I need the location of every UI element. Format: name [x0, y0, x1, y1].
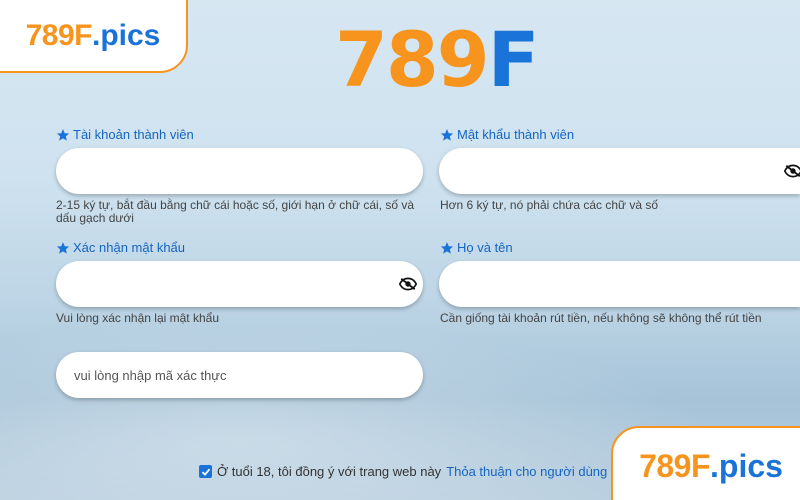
hide-password-eye-icon[interactable] — [784, 164, 800, 178]
watermark-digits: 789F — [25, 18, 93, 52]
watermark-ext: .pics — [710, 447, 783, 484]
watermark-digits: 789F — [639, 447, 710, 484]
required-star-icon — [56, 128, 70, 141]
username-label-text: Tài khoản thành viên — [73, 127, 194, 142]
required-star-icon — [440, 128, 454, 141]
full-name-label: Họ và tên — [440, 240, 513, 255]
main-logo: 789F — [335, 20, 540, 100]
password-label: Mật khẩu thành viên — [440, 127, 574, 142]
watermark-logo-top-left: 789F .pics — [0, 0, 188, 73]
password-input[interactable] — [439, 148, 800, 194]
password-label-text: Mật khẩu thành viên — [457, 127, 575, 142]
main-logo-digits: 789 — [335, 15, 490, 104]
full-name-input[interactable] — [439, 261, 800, 307]
confirm-password-input[interactable] — [56, 261, 423, 307]
main-logo-letter: F — [487, 15, 540, 104]
password-hint: Hơn 6 ký tự, nó phải chứa các chữ và số — [440, 198, 659, 212]
agreement-text: Ở tuổi 18, tôi đồng ý với trang web này — [217, 464, 442, 479]
username-input[interactable] — [56, 148, 423, 194]
required-star-icon — [56, 241, 70, 254]
username-hint: 2-15 ký tự, bắt đầu bằng chữ cái hoặc số… — [56, 198, 415, 225]
full-name-hint: Cần giống tài khoản rút tiền, nếu không … — [440, 311, 762, 325]
confirm-password-label-text: Xác nhận mật khẩu — [73, 240, 186, 255]
required-star-icon — [440, 241, 454, 254]
agreement-row: Ở tuổi 18, tôi đồng ý với trang web này … — [199, 464, 607, 479]
user-agreement-link[interactable]: Thỏa thuận cho người dùng — [446, 464, 607, 479]
hide-confirm-password-eye-icon[interactable] — [399, 277, 417, 291]
watermark-ext: .pics — [92, 18, 161, 52]
captcha-placeholder: vui lòng nhập mã xác thực — [74, 367, 227, 383]
full-name-label-text: Họ và tên — [457, 240, 513, 255]
username-label: Tài khoản thành viên — [56, 127, 194, 142]
checkmark-icon — [201, 468, 210, 476]
captcha-input[interactable]: vui lòng nhập mã xác thực — [56, 352, 423, 398]
confirm-password-label: Xác nhận mật khẩu — [56, 240, 185, 255]
confirm-password-hint: Vui lòng xác nhận lại mật khẩu — [56, 311, 219, 325]
agreement-checkbox[interactable] — [199, 465, 212, 478]
watermark-logo-bottom-right: 789F .pics — [611, 426, 800, 500]
